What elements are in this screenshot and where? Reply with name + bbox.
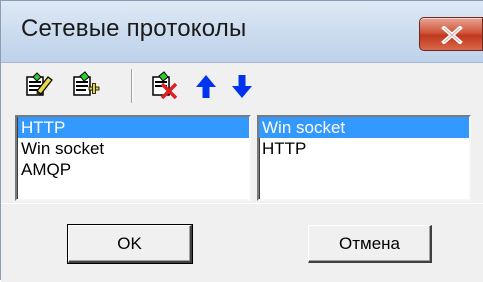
selected-protocols-list[interactable]: Win socket HTTP — [257, 115, 471, 201]
toolbar-separator — [131, 69, 133, 103]
delete-protocol-button[interactable] — [149, 71, 179, 101]
list-item[interactable]: HTTP — [259, 138, 469, 159]
dialog-client-area: HTTP Win socket AMQP Win socket HTTP OK … — [1, 63, 483, 282]
move-down-button[interactable] — [227, 71, 257, 101]
close-button[interactable] — [419, 17, 483, 51]
move-up-button[interactable] — [191, 71, 221, 101]
title-bar[interactable]: Сетевые протоколы — [1, 1, 483, 63]
close-icon — [441, 26, 463, 44]
delete-protocol-icon — [152, 71, 178, 100]
list-item[interactable]: AMQP — [18, 159, 249, 180]
ok-button[interactable]: OK — [67, 224, 193, 264]
add-protocol-button[interactable] — [71, 71, 101, 101]
window-title: Сетевые протоколы — [21, 15, 247, 42]
move-up-arrow-icon — [196, 75, 216, 98]
dialog-button-row: OK Отмена — [1, 203, 483, 282]
toolbar — [1, 63, 483, 107]
cancel-button[interactable]: Отмена — [308, 225, 432, 263]
available-protocols-list[interactable]: HTTP Win socket AMQP — [15, 115, 251, 201]
move-down-arrow-icon — [232, 75, 252, 98]
add-protocol-icon — [73, 71, 100, 96]
dialog-window: Сетевые протоколы HTTP Win socket AMQP W… — [0, 0, 483, 282]
list-item[interactable]: Win socket — [18, 138, 249, 159]
list-item[interactable]: HTTP — [18, 117, 249, 138]
edit-protocol-icon — [26, 72, 53, 96]
list-item[interactable]: Win socket — [259, 117, 469, 138]
edit-protocol-button[interactable] — [23, 71, 53, 101]
